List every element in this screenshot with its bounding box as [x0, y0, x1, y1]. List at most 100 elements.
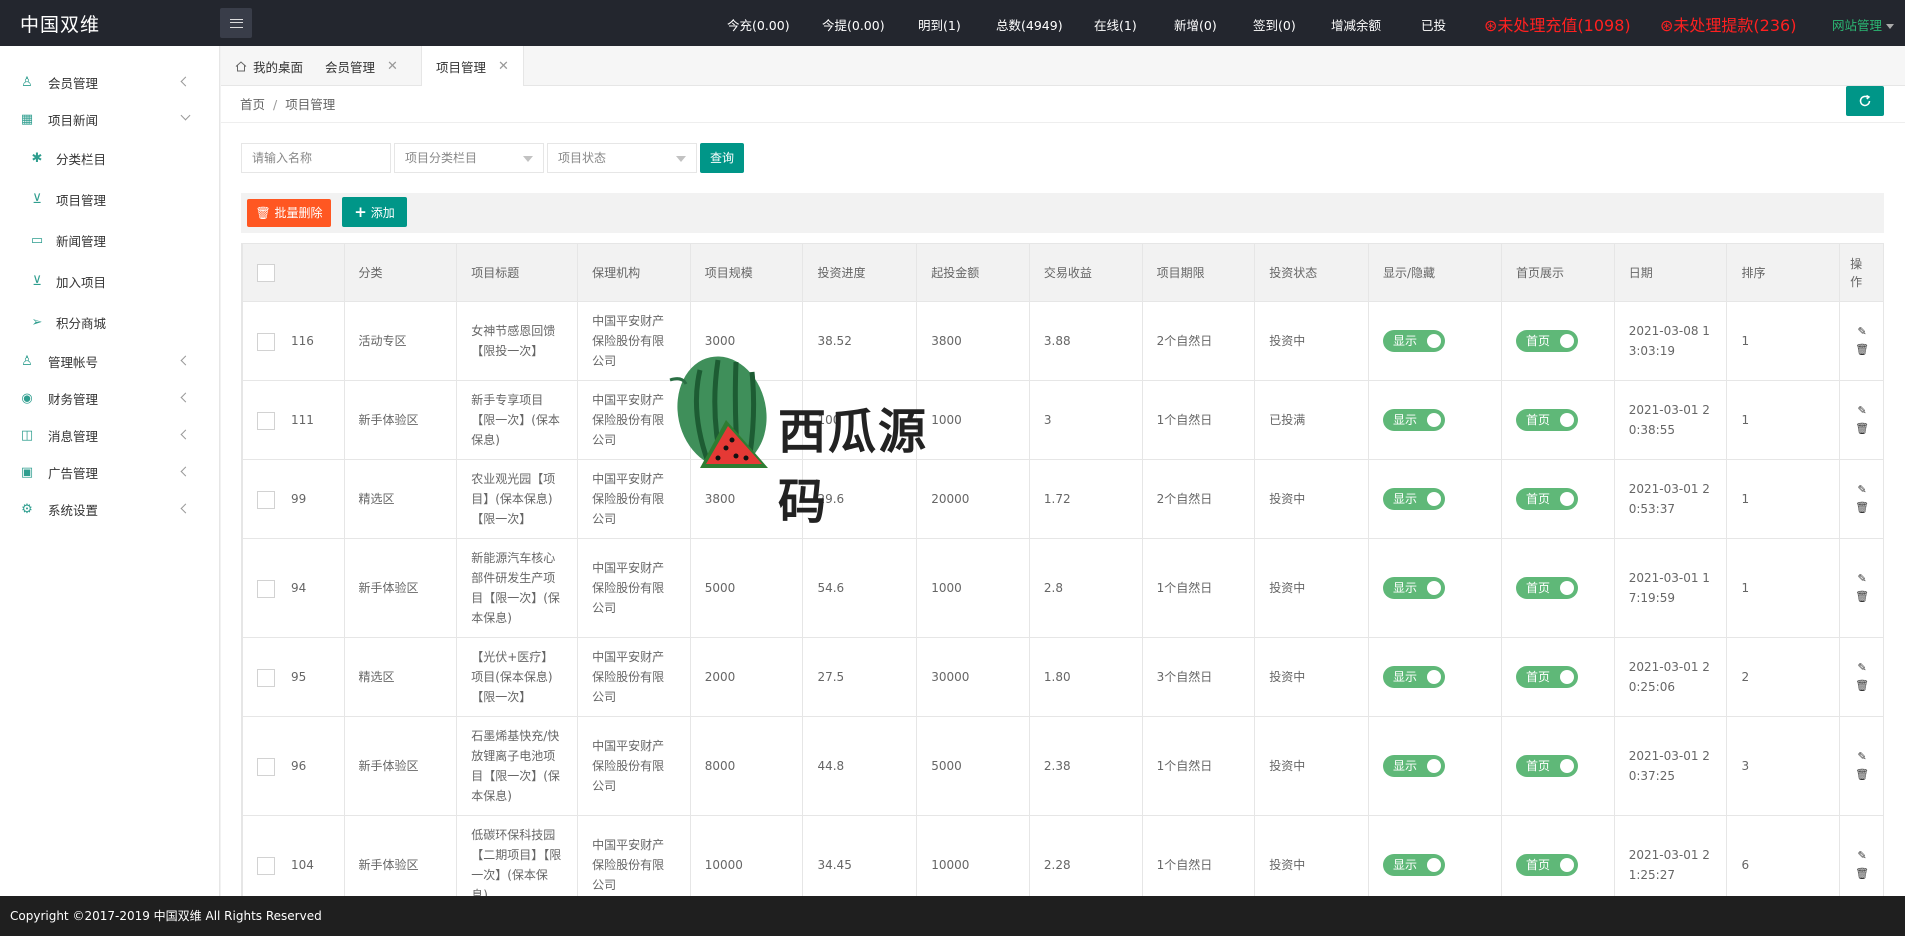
col-header[interactable]: 投资状态 — [1254, 243, 1370, 302]
sidebar-item-category[interactable]: ✱ 分类栏目 — [0, 138, 219, 179]
trash-icon[interactable]: 🗑 — [1846, 766, 1878, 784]
col-header[interactable]: 保理机构 — [577, 243, 691, 302]
row-checkbox[interactable] — [257, 757, 275, 776]
edit-icon[interactable]: ✎ — [1846, 659, 1878, 677]
col-header[interactable]: 日期 — [1613, 243, 1728, 302]
stat-signin[interactable]: 签到(0) — [1253, 15, 1296, 34]
row-checkbox[interactable] — [257, 411, 275, 430]
row-checkbox[interactable] — [257, 668, 275, 687]
home-display-toggle[interactable]: 首页 — [1516, 409, 1579, 431]
sidebar-item-member[interactable]: ♙ 会员管理 — [0, 64, 219, 101]
row-checkbox[interactable] — [257, 579, 275, 598]
edit-icon[interactable]: ✎ — [1846, 748, 1878, 766]
sidebar-item-project-news[interactable]: ▦ 项目新闻 — [0, 101, 219, 138]
edit-icon[interactable]: ✎ — [1846, 570, 1878, 588]
trash-icon[interactable]: 🗑 — [1846, 420, 1878, 438]
row-select-cell: 99 — [242, 459, 345, 539]
edit-icon[interactable]: ✎ — [1846, 402, 1878, 420]
col-header[interactable]: 操作 — [1839, 243, 1883, 302]
trash-icon[interactable]: 🗑 — [1846, 677, 1878, 695]
query-button[interactable]: 查询 — [700, 143, 744, 173]
menu-toggle-button[interactable] — [220, 8, 252, 38]
home-display-toggle[interactable]: 首页 — [1516, 577, 1579, 599]
pending-recharge-alert[interactable]: ⊛未处理充值(1098) — [1484, 12, 1631, 36]
caret-down-icon — [523, 156, 533, 162]
stat-tomorrow-due[interactable]: 明到(1) — [918, 15, 961, 34]
visibility-toggle[interactable]: 显示 — [1383, 330, 1446, 352]
stat-online[interactable]: 在线(1) — [1094, 15, 1137, 34]
cell-actions: ✎ 🗑 — [1839, 637, 1883, 717]
category-select-value: 项目分类栏目 — [405, 151, 478, 165]
cell-scale: 2000 — [689, 637, 804, 717]
visibility-toggle[interactable]: 显示 — [1383, 409, 1446, 431]
cell-sort: 1 — [1726, 380, 1841, 460]
sidebar-item-join-project[interactable]: ⊻ 加入项目 — [0, 261, 219, 302]
visibility-toggle[interactable]: 显示 — [1383, 755, 1446, 777]
close-icon[interactable]: ✕ — [498, 59, 509, 74]
stat-today-withdraw[interactable]: 今提(0.00) — [822, 15, 885, 34]
stat-total[interactable]: 总数(4949) — [996, 15, 1063, 34]
category-select[interactable]: 项目分类栏目 — [394, 143, 544, 173]
home-display-toggle[interactable]: 首页 — [1516, 854, 1579, 876]
edit-icon[interactable]: ✎ — [1846, 481, 1878, 499]
sidebar-item-news-manage[interactable]: ▭ 新闻管理 — [0, 220, 219, 261]
stat-today-recharge[interactable]: 今充(0.00) — [727, 15, 790, 34]
col-header[interactable]: 排序 — [1726, 243, 1841, 302]
sidebar-item-admin-accounts[interactable]: ♙ 管理帐号 — [0, 343, 219, 380]
invested-link[interactable]: 已投 — [1421, 15, 1446, 34]
status-select[interactable]: 项目状态 — [547, 143, 697, 173]
sidebar-item-messages[interactable]: ◫ 消息管理 — [0, 417, 219, 454]
sidebar-item-ads[interactable]: ▣ 广告管理 — [0, 454, 219, 491]
row-checkbox[interactable] — [257, 856, 275, 875]
tab-desktop[interactable]: 我的桌面 — [221, 46, 317, 86]
sidebar-item-finance[interactable]: ◉ 财务管理 — [0, 380, 219, 417]
row-checkbox[interactable] — [257, 490, 275, 509]
cell-visibility: 显示 — [1368, 815, 1503, 896]
edit-icon[interactable]: ✎ — [1846, 847, 1878, 865]
col-header[interactable]: 项目规模 — [689, 243, 804, 302]
add-button[interactable]: + 添加 — [342, 197, 407, 227]
trash-icon[interactable]: 🗑 — [1846, 865, 1878, 883]
row-checkbox[interactable] — [257, 332, 275, 351]
col-header[interactable]: 项目期限 — [1141, 243, 1256, 302]
toggle-knob — [1560, 413, 1575, 427]
visibility-toggle[interactable]: 显示 — [1383, 666, 1446, 688]
visibility-toggle[interactable]: 显示 — [1383, 854, 1446, 876]
home-display-toggle[interactable]: 首页 — [1516, 755, 1579, 777]
batch-delete-button[interactable]: 🗑 批量删除 — [247, 199, 331, 227]
site-manage-menu[interactable]: 网站管理 — [1832, 15, 1895, 34]
col-header[interactable]: 显示/隐藏 — [1368, 243, 1503, 302]
edit-icon[interactable]: ✎ — [1846, 323, 1878, 341]
close-icon[interactable]: ✕ — [387, 59, 398, 74]
col-header[interactable]: 起投金额 — [916, 243, 1030, 302]
home-display-toggle[interactable]: 首页 — [1516, 488, 1579, 510]
sidebar-item-project-manage[interactable]: ⊻ 项目管理 — [0, 179, 219, 220]
watermark: 西瓜源码 — [660, 350, 960, 530]
trash-icon[interactable]: 🗑 — [1846, 588, 1878, 606]
tab-project-manage[interactable]: 项目管理 ✕ — [421, 46, 524, 87]
refresh-button[interactable] — [1846, 86, 1884, 116]
name-search-input[interactable]: 请输入名称 — [241, 143, 391, 173]
tab-member[interactable]: 会员管理 ✕ — [311, 46, 412, 86]
col-header[interactable]: 交易收益 — [1028, 243, 1143, 302]
row-id: 94 — [291, 581, 307, 595]
pending-withdraw-alert[interactable]: ⊛未处理提款(236) — [1660, 12, 1796, 36]
col-header[interactable]: 项目标题 — [456, 243, 579, 302]
stat-new[interactable]: 新增(0) — [1174, 15, 1217, 34]
select-all-checkbox[interactable] — [257, 263, 275, 282]
adjust-balance-link[interactable]: 增减余额 — [1331, 15, 1381, 34]
breadcrumb-home[interactable]: 首页 — [240, 97, 265, 112]
col-header[interactable]: 分类 — [343, 243, 458, 302]
cell-category: 新手体验区 — [343, 538, 458, 638]
visibility-toggle[interactable]: 显示 — [1383, 488, 1446, 510]
chevron-left-icon — [180, 503, 191, 514]
visibility-toggle[interactable]: 显示 — [1383, 577, 1446, 599]
trash-icon[interactable]: 🗑 — [1846, 341, 1878, 359]
sidebar-item-points-mall[interactable]: ➢ 积分商城 — [0, 302, 219, 343]
home-display-toggle[interactable]: 首页 — [1516, 666, 1579, 688]
col-header[interactable]: 投资进度 — [802, 243, 918, 302]
trash-icon[interactable]: 🗑 — [1846, 499, 1878, 517]
sidebar-item-settings[interactable]: ⚙ 系统设置 — [0, 491, 219, 528]
col-header[interactable]: 首页展示 — [1501, 243, 1615, 302]
home-display-toggle[interactable]: 首页 — [1516, 330, 1579, 352]
